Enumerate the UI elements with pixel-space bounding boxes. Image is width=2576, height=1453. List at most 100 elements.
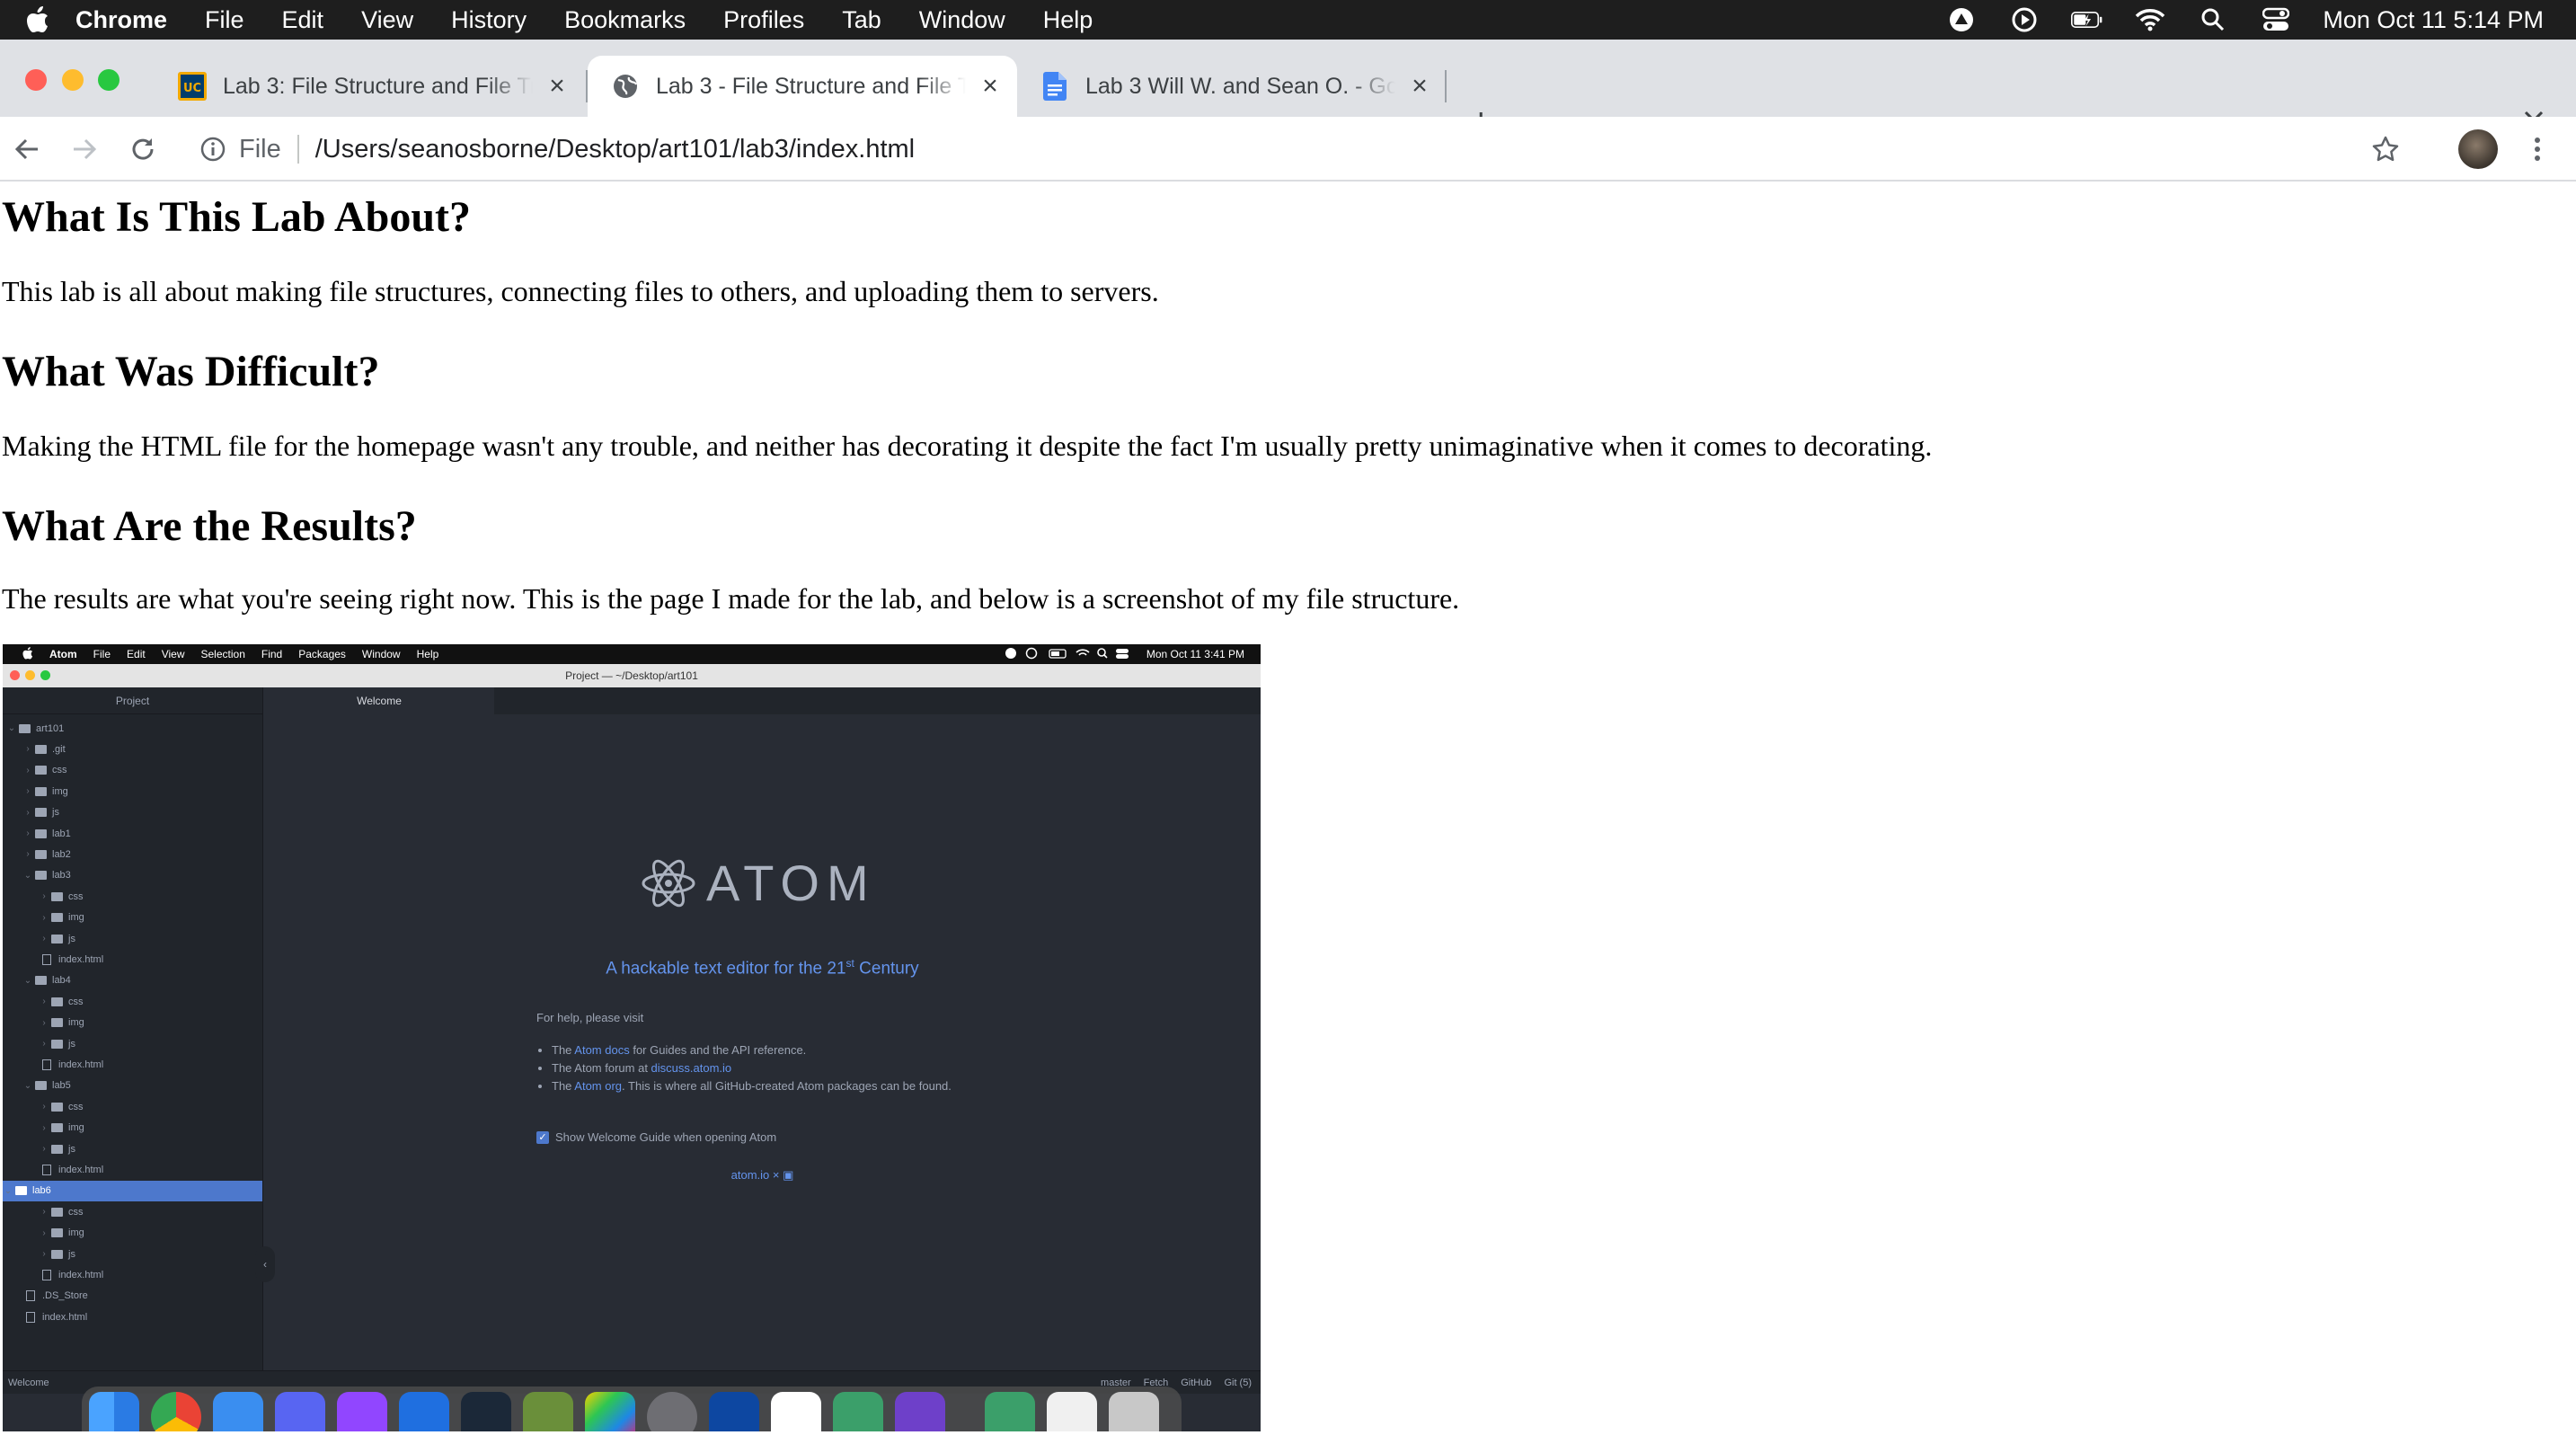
menu-history[interactable]: History <box>451 6 527 34</box>
menu-file[interactable]: File <box>205 6 244 34</box>
heading-results: What Are the Results? <box>2 502 417 550</box>
discord-icon <box>275 1392 325 1431</box>
menu-profiles[interactable]: Profiles <box>723 6 804 34</box>
tree-item: › css <box>39 991 83 1012</box>
close-window-button[interactable] <box>25 69 47 91</box>
tree-item: index.html <box>39 1054 103 1075</box>
chevron-right-icon: › <box>42 912 46 923</box>
list-item: The Atom org. This is where all GitHub-c… <box>552 1077 1019 1095</box>
link-suffix: . This is where all GitHub-created Atom … <box>622 1079 952 1093</box>
close-tab-icon[interactable]: × <box>977 71 1004 102</box>
tree-item-label: js <box>68 1143 75 1155</box>
wifi-icon[interactable] <box>2134 6 2166 33</box>
close-tab-icon[interactable]: × <box>544 71 571 102</box>
close-tab-icon[interactable]: × <box>1406 71 1433 102</box>
menu-bookmarks[interactable]: Bookmarks <box>564 6 686 34</box>
docs-icon <box>1040 72 1069 101</box>
chevron-right-icon: › <box>42 1122 46 1133</box>
apple-menu-icon[interactable] <box>0 6 75 33</box>
chevron-down-icon: ⌄ <box>4 1185 13 1196</box>
profile-avatar[interactable] <box>2458 129 2498 169</box>
tree-item: › .git <box>22 739 65 759</box>
menu-view[interactable]: View <box>361 6 413 34</box>
tree-item: index.html <box>39 1264 103 1285</box>
tree-item: › js <box>39 1138 75 1159</box>
back-button[interactable] <box>9 131 45 167</box>
folder-icon <box>35 871 47 881</box>
tree-item: ⌄ art101 <box>6 718 64 739</box>
reload-button[interactable] <box>125 131 161 167</box>
tree-item-label: lab1 <box>52 828 71 839</box>
chevron-right-icon: › <box>26 849 30 860</box>
folder-icon <box>51 1144 63 1154</box>
file-icon <box>26 1290 35 1302</box>
octocat-icon: ▣ <box>783 1168 794 1182</box>
media-play-icon[interactable] <box>2008 6 2040 33</box>
tree-item: › css <box>22 760 66 781</box>
menu-help[interactable]: Help <box>1043 6 1093 34</box>
checkbox-checked-icon: ✓ <box>536 1130 549 1144</box>
tree-item: index.html <box>39 949 103 970</box>
creative-cloud-icon[interactable] <box>1945 6 1978 33</box>
tree-item-label: img <box>68 1227 84 1239</box>
link-suffix: for Guides and the API reference. <box>629 1043 807 1057</box>
tree-item-label: css <box>68 1206 84 1218</box>
folder-icon <box>51 1039 63 1049</box>
tree-item: › js <box>39 1244 75 1264</box>
tree-item-label: js <box>68 1248 75 1260</box>
chevron-right-icon: › <box>42 1249 46 1259</box>
address-bar[interactable]: File /Users/seanosborne/Desktop/art101/l… <box>183 124 2400 174</box>
tab-lab3-active[interactable]: Lab 3 - File Structure and File T × <box>588 56 1017 117</box>
tab-lab3-ucsc[interactable]: UC Lab 3: File Structure and File Tr × <box>155 56 584 117</box>
tree-item: › img <box>39 1013 84 1033</box>
tree-item: ⌄ lab6 <box>3 1180 262 1201</box>
atom-icon <box>642 859 695 907</box>
forward-button[interactable] <box>66 131 102 167</box>
tree-item-label: img <box>68 912 84 924</box>
screenshot-menu-item: Window <box>361 648 401 660</box>
chrome-menu-icon[interactable] <box>2519 131 2555 167</box>
folder-icon <box>51 1102 63 1112</box>
spotlight-search-icon[interactable] <box>2197 6 2229 33</box>
folder-icon <box>35 744 47 754</box>
menubar-clock[interactable]: Mon Oct 11 5:14 PM <box>2323 6 2544 34</box>
file-icon <box>42 1059 51 1070</box>
tab-google-doc[interactable]: Lab 3 Will W. and Sean O. - Go × <box>1017 56 1447 117</box>
audacity-icon <box>709 1392 759 1431</box>
screenshot-tab-bar: Welcome <box>264 687 1261 714</box>
tree-item: ⌄ lab3 <box>22 865 71 886</box>
bookmark-star-icon[interactable] <box>2371 135 2400 171</box>
paragraph-results: The results are what you're seeing right… <box>2 582 1460 615</box>
chevron-right-icon: › <box>26 765 30 775</box>
tagline-end: Century <box>854 959 919 979</box>
url-text[interactable]: /Users/seanosborne/Desktop/art101/lab3/i… <box>315 135 915 164</box>
menu-app-name[interactable]: Chrome <box>75 6 167 34</box>
screenshot-menu-bar: Atom File Edit View Selection Find Packa… <box>3 644 1261 664</box>
site-info-icon[interactable] <box>199 136 226 170</box>
menu-tab[interactable]: Tab <box>842 6 881 34</box>
folder-icon <box>51 934 63 944</box>
folder-icon <box>51 1123 63 1133</box>
repo-icon <box>19 723 31 733</box>
tree-item: › img <box>39 1223 84 1244</box>
chevron-right-icon: › <box>42 1207 46 1218</box>
control-center-icon[interactable] <box>2260 6 2292 33</box>
screenshot-app-name: Atom <box>49 648 77 660</box>
screenshot-preview-icon <box>1047 1392 1097 1431</box>
battery-icon[interactable] <box>2071 6 2103 33</box>
folder-icon <box>35 828 47 838</box>
atom-app-icon <box>833 1392 883 1431</box>
zoom-window-button[interactable] <box>98 69 120 91</box>
minimize-window-button[interactable] <box>62 69 84 91</box>
tree-item: › img <box>22 781 67 802</box>
folder-icon <box>35 808 47 818</box>
menu-edit[interactable]: Edit <box>282 6 324 34</box>
minecraft-icon <box>523 1392 573 1431</box>
folder-icon <box>51 1228 63 1238</box>
tree-item-label: index.html <box>42 1311 88 1323</box>
tree-item-label: lab4 <box>52 975 71 987</box>
atom-recent-icon <box>985 1392 1035 1431</box>
menu-window[interactable]: Window <box>919 6 1005 34</box>
chevron-down-icon: ⌄ <box>23 975 32 986</box>
tree-item: › js <box>39 928 75 949</box>
